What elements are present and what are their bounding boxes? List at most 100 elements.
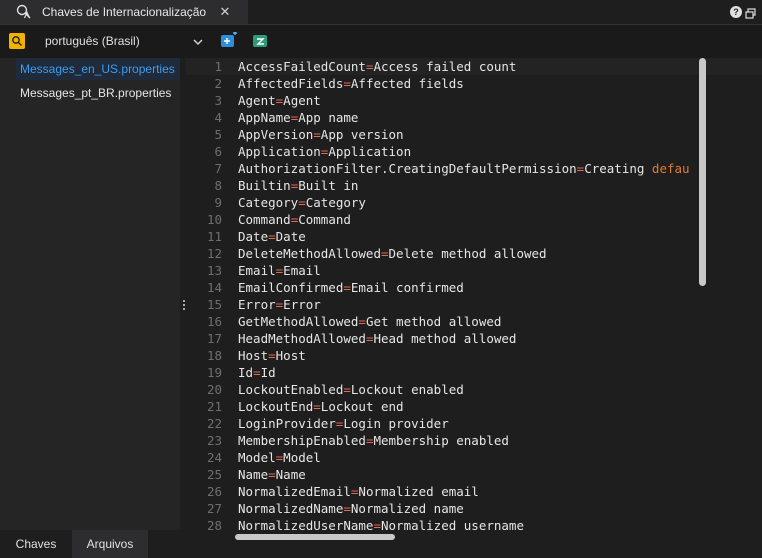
line-number: 3 (214, 93, 222, 108)
code-line[interactable]: 8 Builtin=Built in (186, 177, 762, 194)
add-key-icon[interactable] (220, 31, 238, 50)
property-key: Error (238, 297, 276, 312)
help-icon[interactable]: ? (730, 6, 742, 18)
code-line[interactable]: 2 AffectedFields=Affected fields (186, 75, 762, 92)
translate-key-icon[interactable] (252, 32, 270, 50)
document-tab[interactable]: Chaves de Internacionalização ✕ (0, 0, 248, 24)
code-line[interactable]: 18 Host=Host (186, 347, 762, 364)
file-item-en-us[interactable]: Messages_en_US.properties (16, 58, 180, 80)
code-line[interactable]: 10 Command=Command (186, 211, 762, 228)
code-text: NormalizedUserName=Normalized username (238, 517, 524, 534)
horizontal-scrollbar[interactable] (235, 534, 395, 540)
splitter-grip-icon[interactable] (183, 300, 185, 312)
toolbar: português (Brasil) (0, 24, 762, 58)
code-line[interactable]: 22 LoginProvider=Login provider (186, 415, 762, 432)
code-text: Builtin=Built in (238, 177, 358, 194)
line-number: 12 (206, 246, 222, 261)
title-bar: Chaves de Internacionalização ✕ ? (0, 0, 762, 24)
property-value: Application (328, 144, 412, 159)
property-value: Email (283, 263, 321, 278)
code-text: Category=Category (238, 194, 366, 211)
equals-sign: = (343, 280, 351, 295)
code-line[interactable]: 25 Name=Name (186, 466, 762, 483)
equals-sign: = (268, 467, 276, 482)
tab-arquivos[interactable]: Arquivos (72, 530, 148, 558)
code-line[interactable]: 23 MembershipEnabled=Membership enabled (186, 432, 762, 449)
code-text: Id=Id (238, 364, 276, 381)
equals-sign: = (373, 518, 381, 533)
code-text: Name=Name (238, 466, 306, 483)
code-line[interactable]: 1 AccessFailedCount=Access failed count (186, 58, 762, 75)
property-key: LockoutEnd (238, 399, 314, 414)
code-line[interactable]: 14 EmailConfirmed=Email confirmed (186, 279, 762, 296)
property-key: AuthorizationFilter.CreatingDefaultPermi… (238, 161, 577, 176)
property-key: LockoutEnabled (238, 382, 344, 397)
line-number: 17 (206, 331, 222, 346)
language-select[interactable]: português (Brasil) (45, 34, 140, 48)
code-text: NormalizedEmail=Normalized email (238, 483, 479, 500)
code-line[interactable]: 12 DeleteMethodAllowed=Delete method allo… (186, 245, 762, 262)
code-text: HeadMethodAllowed=Head method allowed (238, 330, 516, 347)
property-value: Email confirmed (350, 280, 464, 295)
line-number: 23 (206, 433, 222, 448)
line-number: 28 (206, 518, 222, 533)
code-line[interactable]: 9 Category=Category (186, 194, 762, 211)
code-text: NormalizedName=Normalized name (238, 500, 464, 517)
code-line[interactable]: 21 LockoutEnd=Lockout end (186, 398, 762, 415)
equals-sign: = (268, 348, 276, 363)
chevron-down-icon[interactable] (192, 35, 204, 47)
property-value: Model (283, 450, 321, 465)
code-line[interactable]: 28 NormalizedUserName=Normalized username (186, 517, 762, 534)
code-line[interactable]: 7 AuthorizationFilter.CreatingDefaultPerm… (186, 160, 762, 177)
property-value: Lockout end (320, 399, 404, 414)
code-line[interactable]: 4 AppName=App name (186, 109, 762, 126)
line-number: 6 (214, 144, 222, 159)
property-value: Normalized name (350, 501, 464, 516)
tab-title: Chaves de Internacionalização (42, 5, 207, 19)
code-text: Error=Error (238, 296, 321, 313)
line-number: 21 (206, 399, 222, 414)
property-value: Normalized username (381, 518, 524, 533)
code-line[interactable]: 26 NormalizedEmail=Normalized email (186, 483, 762, 500)
property-key: LoginProvider (238, 416, 336, 431)
code-text: LockoutEnd=Lockout end (238, 398, 404, 415)
code-line[interactable]: 24 Model=Model (186, 449, 762, 466)
equals-sign: = (268, 229, 276, 244)
code-line[interactable]: 3 Agent=Agent (186, 92, 762, 109)
code-line[interactable]: 17 HeadMethodAllowed=Head method allowed (186, 330, 762, 347)
line-number: 7 (214, 161, 222, 176)
property-key: EmailConfirmed (238, 280, 344, 295)
property-key: Builtin (238, 178, 291, 193)
property-key: Command (238, 212, 291, 227)
property-value: Normalized email (358, 484, 479, 499)
vertical-scrollbar[interactable] (699, 58, 706, 286)
property-key: AppVersion (238, 127, 314, 142)
line-number: 14 (206, 280, 222, 295)
property-value: Get method allowed (365, 314, 502, 329)
code-line[interactable]: 20 LockoutEnabled=Lockout enabled (186, 381, 762, 398)
equals-sign: = (343, 76, 351, 91)
property-value: Id (260, 365, 276, 380)
close-icon[interactable]: ✕ (218, 4, 232, 20)
code-line[interactable]: 15 Error=Error (186, 296, 762, 313)
code-line[interactable]: 27 NormalizedName=Normalized name (186, 500, 762, 517)
code-line[interactable]: 13 Email=Email (186, 262, 762, 279)
line-number: 20 (206, 382, 222, 397)
property-key: Host (238, 348, 269, 363)
equals-sign: = (343, 501, 351, 516)
code-text: LoginProvider=Login provider (238, 415, 449, 432)
code-line[interactable]: 19 Id=Id (186, 364, 762, 381)
code-line[interactable]: 11 Date=Date (186, 228, 762, 245)
line-number: 18 (206, 348, 222, 363)
restore-icon[interactable] (745, 6, 756, 19)
code-line[interactable]: 6 Application=Application (186, 143, 762, 160)
file-item-pt-br[interactable]: Messages_pt_BR.properties (16, 82, 180, 104)
equals-sign: = (358, 314, 366, 329)
property-value: Command (298, 212, 351, 227)
tab-chaves[interactable]: Chaves (0, 530, 72, 558)
file-sidebar: Messages_en_US.properties Messages_pt_BR… (0, 58, 180, 558)
properties-editor[interactable]: 1 AccessFailedCount=Access failed count 2 A… (186, 58, 762, 558)
code-line[interactable]: 16 GetMethodAllowed=Get method allowed (186, 313, 762, 330)
code-line[interactable]: 5 AppVersion=App version (186, 126, 762, 143)
property-value: Access failed count (373, 59, 517, 74)
